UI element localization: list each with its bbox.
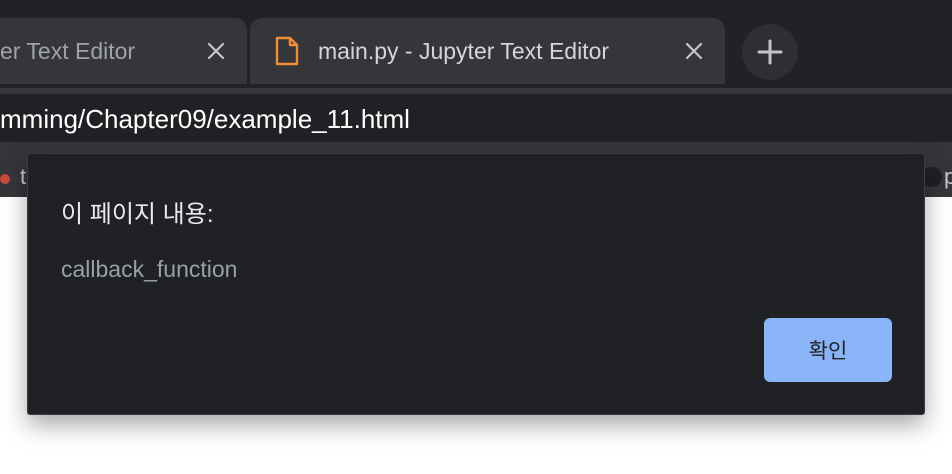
browser-toolbar: mming/Chapter09/example_11.html [0,88,952,152]
plus-icon [757,39,783,65]
close-icon[interactable] [205,40,227,62]
tab-main-py[interactable]: main.py - Jupyter Text Editor [250,18,725,84]
bookmark-item[interactable]: t [20,164,26,190]
dialog-message: callback_function [61,256,238,282]
tab-title: main.py - Jupyter Text Editor [318,38,610,64]
address-url: mming/Chapter09/example_11.html [0,104,410,134]
tab-title: er Text Editor [0,38,136,64]
address-bar[interactable]: mming/Chapter09/example_11.html [0,94,952,142]
bookmark-favicon [922,167,942,187]
ok-button[interactable]: 확인 [764,318,892,382]
dialog-title: 이 페이지 내용: [61,201,214,228]
new-tab-button[interactable] [742,24,798,80]
bookmark-item[interactable]: p [944,164,952,190]
tab-strip: er Text Editor main.py - Jupyter Text Ed… [0,0,952,88]
close-icon[interactable] [683,40,705,62]
bookmark-favicon [0,174,10,184]
file-icon [274,36,300,66]
alert-dialog: 이 페이지 내용: callback_function 확인 [27,153,925,415]
tab-jupyter-editor[interactable]: er Text Editor [0,18,247,84]
